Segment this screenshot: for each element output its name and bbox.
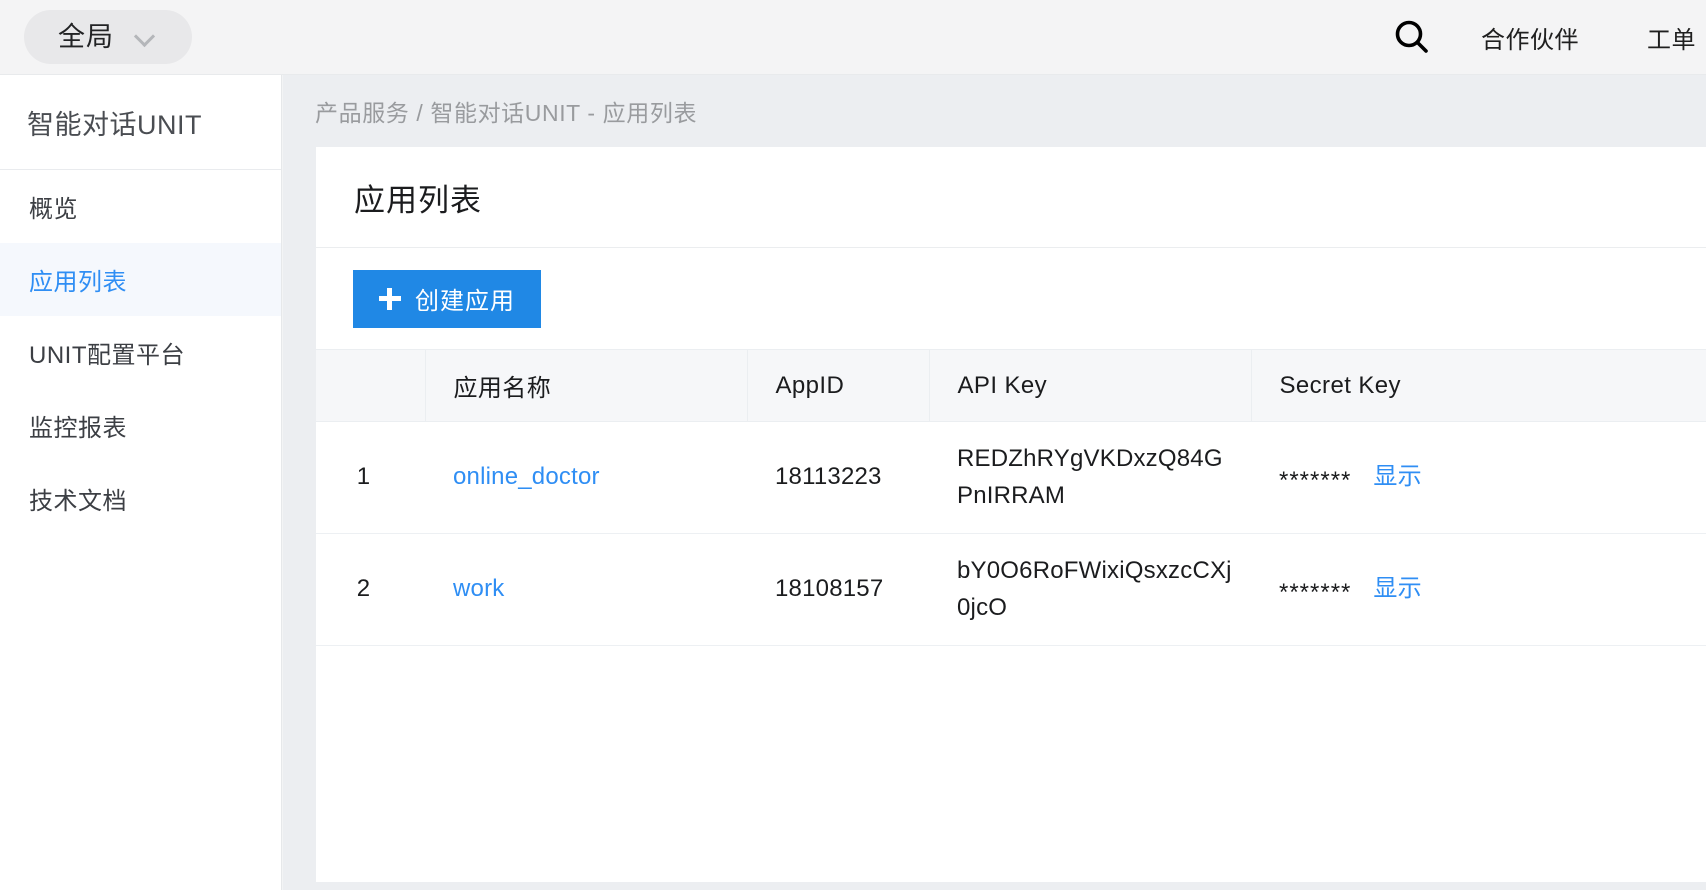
cell-secret-key: ******* 显示 bbox=[1251, 421, 1706, 534]
column-header-appid: AppID bbox=[747, 349, 930, 422]
table-header-row: 应用名称 AppID API Key Secret Key bbox=[316, 349, 1706, 422]
app-list-table: 应用名称 AppID API Key Secret Key 1 online_d… bbox=[316, 349, 1706, 646]
scope-selector-label: 全局 bbox=[58, 21, 114, 52]
sidebar-title: 智能对话UNIT bbox=[0, 75, 281, 170]
secret-key-mask: ******* bbox=[1279, 578, 1352, 606]
main-content: 产品服务 / 智能对话UNIT - 应用列表 应用列表 创建应用 应用名称 Ap… bbox=[283, 75, 1706, 890]
app-name-link[interactable]: online_doctor bbox=[453, 463, 600, 490]
sidebar-item-app-list[interactable]: 应用列表 bbox=[0, 243, 281, 316]
sidebar-item-overview[interactable]: 概览 bbox=[0, 170, 281, 243]
table-row: 2 work 18108157 bY0O6RoFWixiQsxzcCXj0jcO… bbox=[316, 533, 1706, 646]
search-icon bbox=[1395, 20, 1428, 53]
cell-secret-key: ******* 显示 bbox=[1251, 533, 1706, 646]
create-app-button[interactable]: 创建应用 bbox=[353, 269, 541, 328]
sidebar-item-monitoring-report[interactable]: 监控报表 bbox=[0, 389, 281, 462]
sidebar-item-label: 监控报表 bbox=[29, 415, 127, 442]
card-header: 应用列表 bbox=[316, 147, 1706, 248]
show-secret-key-link[interactable]: 显示 bbox=[1373, 459, 1421, 495]
cell-api-key: REDZhRYgVKDxzQ84GPnIRRAM bbox=[929, 421, 1251, 534]
card-toolbar: 创建应用 bbox=[316, 248, 1706, 349]
secret-key-mask: ******* bbox=[1279, 466, 1352, 494]
header-actions: 合作伙伴 工单 bbox=[1377, 0, 1706, 74]
show-secret-key-link[interactable]: 显示 bbox=[1373, 571, 1421, 607]
plus-icon bbox=[379, 287, 401, 310]
breadcrumb: 产品服务 / 智能对话UNIT - 应用列表 bbox=[315, 100, 698, 126]
cell-api-key: bY0O6RoFWixiQsxzcCXj0jcO bbox=[929, 533, 1251, 646]
column-header-api-key: API Key bbox=[929, 349, 1252, 422]
column-header-index bbox=[316, 349, 426, 422]
page-title: 应用列表 bbox=[354, 182, 482, 218]
sidebar-item-unit-config-platform[interactable]: UNIT配置平台 bbox=[0, 316, 281, 389]
create-app-button-label: 创建应用 bbox=[415, 288, 515, 315]
sidebar-item-label: 应用列表 bbox=[29, 269, 127, 296]
column-header-app-name: 应用名称 bbox=[425, 349, 748, 422]
cell-appid: 18113223 bbox=[747, 421, 929, 534]
sidebar-item-label: UNIT配置平台 bbox=[29, 342, 185, 369]
search-button[interactable] bbox=[1377, 0, 1447, 75]
scope-selector[interactable]: 全局 bbox=[24, 10, 192, 64]
app-root: 全局 合作伙伴 工单 智能对话UNIT 概览 应用列表 UNIT配置平台 监控报… bbox=[0, 0, 1706, 890]
cell-appid: 18108157 bbox=[747, 533, 929, 646]
header-link-partners[interactable]: 合作伙伴 bbox=[1447, 0, 1613, 75]
app-name-link[interactable]: work bbox=[453, 575, 504, 602]
table-body: 1 online_doctor 18113223 REDZhRYgVKDxzQ8… bbox=[316, 421, 1706, 646]
header-link-tickets[interactable]: 工单 bbox=[1613, 0, 1706, 75]
chevron-down-icon bbox=[136, 28, 155, 47]
column-header-secret-key: Secret Key bbox=[1251, 349, 1706, 422]
table-row: 1 online_doctor 18113223 REDZhRYgVKDxzQ8… bbox=[316, 421, 1706, 534]
sidebar: 智能对话UNIT 概览 应用列表 UNIT配置平台 监控报表 技术文档 bbox=[0, 75, 282, 890]
cell-app-name: work bbox=[425, 533, 747, 646]
table-header: 应用名称 AppID API Key Secret Key bbox=[316, 349, 1706, 422]
sidebar-item-label: 概览 bbox=[29, 196, 78, 223]
top-header-bar: 全局 合作伙伴 工单 bbox=[0, 0, 1706, 75]
cell-app-name: online_doctor bbox=[425, 421, 747, 534]
sidebar-item-tech-docs[interactable]: 技术文档 bbox=[0, 462, 281, 535]
app-list-card: 应用列表 创建应用 应用名称 AppID API Key Secret Key bbox=[316, 147, 1706, 882]
row-index: 1 bbox=[316, 421, 425, 534]
sidebar-item-label: 技术文档 bbox=[29, 488, 127, 515]
row-index: 2 bbox=[316, 533, 425, 646]
